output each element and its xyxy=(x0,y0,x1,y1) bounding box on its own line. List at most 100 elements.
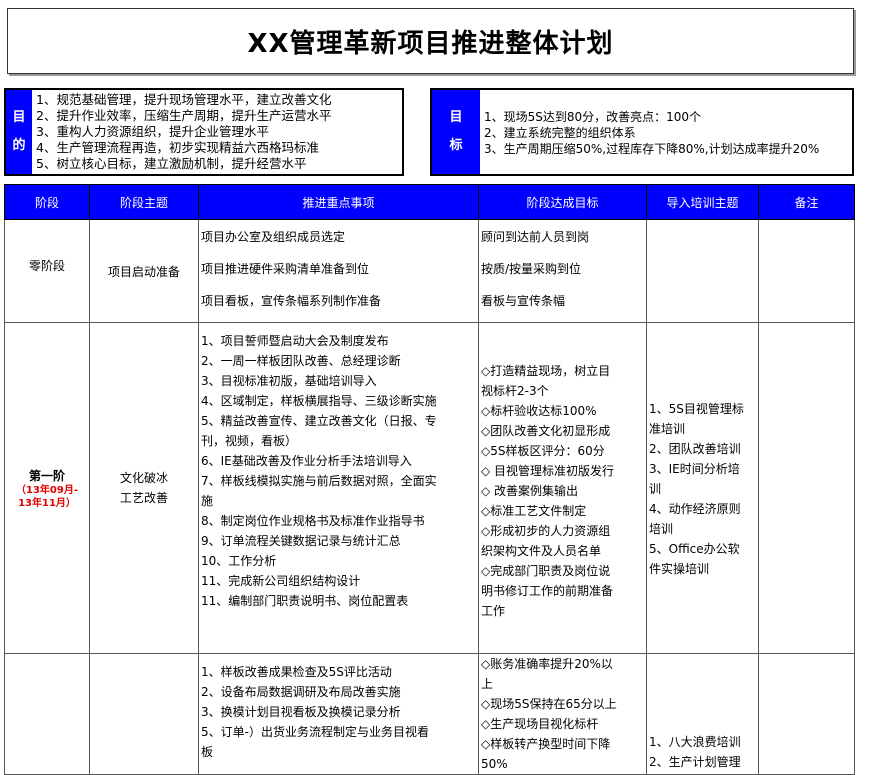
table-header-row: 阶段 阶段主题 推进重点事项 阶段达成目标 导入培训主题 备注 xyxy=(4,184,855,220)
stage-date-end: 13年11月） xyxy=(18,497,76,509)
list-item: 上 xyxy=(481,677,494,691)
table-row: 零阶段 项目启动准备 项目办公室及组织成员选定 项目推进硬件采购清单准备到位 项… xyxy=(4,219,855,323)
target-label: 目 标 xyxy=(432,90,480,174)
goals-cell: ◇账务准确率提升20%以上 ◇现场5S保持在65分以上 ◇生产现场目视化标杆 ◇样板转… xyxy=(478,653,647,775)
stage-cell: 第一阶 （13年09月- 13年11月） xyxy=(4,322,90,654)
list-item: 2、一周一样板团队改善、总经理诊断 xyxy=(201,354,401,368)
purpose-box: 目 的 1、规范基础管理，提升现场管理水平，建立改善文化 2、提升作业效率，压缩… xyxy=(4,88,404,176)
list-item: 按质/按量采购到位 xyxy=(481,262,582,276)
items-cell: 1、样板改善成果检查及5S评比活动 2、设备布局数据调研及布局改善实施 3、换模计划… xyxy=(198,653,479,775)
list-item: 明书修订工作的前期准备 xyxy=(481,584,614,598)
items-cell: 项目办公室及组织成员选定 项目推进硬件采购清单准备到位 项目看板，宣传条幅系列制… xyxy=(198,219,479,323)
target-box: 目 标 1、现场5S达到80分，改善亮点：100个 2、建立系统完整的组织体系 … xyxy=(430,88,854,176)
list-item: 件实操培训 xyxy=(649,562,710,576)
header-theme: 阶段主题 xyxy=(89,184,199,220)
list-item: 1、5S目视管理标 xyxy=(649,402,744,416)
list-item: 11、编制部门职责说明书、岗位配置表 xyxy=(201,594,409,608)
list-item: 1、样板改善成果检查及5S评比活动 xyxy=(201,665,392,679)
list-item: 准培训 xyxy=(649,422,686,436)
plan-table: 阶段 阶段主题 推进重点事项 阶段达成目标 导入培训主题 备注 零阶段 项目启动… xyxy=(4,184,855,775)
list-item: 2、设备布局数据调研及布局改善实施 xyxy=(201,685,401,699)
list-item: 项目办公室及组织成员选定 xyxy=(201,230,346,244)
list-item: ◇ 目视管理标准初版发行 xyxy=(481,464,615,478)
list-item: 顾问到达前人员到岗 xyxy=(481,230,590,244)
list-item: ◇完成部门职责及岗位说 xyxy=(481,564,611,578)
target-label-top: 目 xyxy=(449,110,463,125)
list-item: ◇打造精益现场，树立目 xyxy=(481,364,611,378)
list-item: 工作 xyxy=(481,604,506,618)
purpose-lines: 1、规范基础管理，提升现场管理水平，建立改善文化 2、提升作业效率，压缩生产周期… xyxy=(32,90,335,174)
stage-cell: 零阶段 xyxy=(4,219,90,323)
goals-cell: 顾问到达前人员到岗 按质/按量采购到位 看板与宣传条幅 xyxy=(478,219,647,323)
list-item: 3、换模计划目视看板及换模记录分析 xyxy=(201,705,401,719)
notes-cell xyxy=(758,219,855,323)
list-item: 3、目视标准初版，基础培训导入 xyxy=(201,374,377,388)
list-item: ◇样板转产换型时间下降 xyxy=(481,737,611,751)
list-item: 3、IE时间分析培 xyxy=(649,462,740,476)
list-item: 5、Office办公软 xyxy=(649,542,740,556)
list-item: 7、样板线模拟实施与前后数据对照，全面实 xyxy=(201,474,437,488)
theme-cell xyxy=(89,653,199,775)
stage-label: 第一阶 xyxy=(28,468,65,483)
list-item: 培训 xyxy=(649,522,674,536)
list-item: 织架构文件及人员名单 xyxy=(481,544,602,558)
list-item: 2、团队改善培训 xyxy=(649,442,741,456)
list-item: ◇账务准确率提升20%以 xyxy=(481,657,613,671)
list-item: 刊，视频，看板） xyxy=(201,434,298,448)
header-goals: 阶段达成目标 xyxy=(478,184,647,220)
purpose-line: 2、提升作业效率，压缩生产周期，提升生产运营水平 xyxy=(36,108,332,123)
training-cell: 1、八大浪费培训 2、生产计划管理 xyxy=(646,653,759,775)
list-item: 看板与宣传条幅 xyxy=(481,294,566,308)
theme-cell: 项目启动准备 xyxy=(89,219,199,323)
notes-cell xyxy=(758,322,855,654)
stage-cell xyxy=(4,653,90,775)
list-item: 2、生产计划管理 xyxy=(649,755,741,769)
stage-label: 零阶段 xyxy=(28,258,65,273)
training-cell: 1、5S目视管理标 准培训 2、团队改善培训 3、IE时间分析培训 4、动作经济原则 培训… xyxy=(646,322,759,654)
goals-cell: ◇打造精益现场，树立目 视标杆2-3个 ◇标杆验收达标100% ◇团队改善文化初显形… xyxy=(478,322,647,654)
list-item: 6、IE基础改善及作业分析手法培训导入 xyxy=(201,454,412,468)
target-line: 2、建立系统完整的组织体系 xyxy=(484,126,636,140)
list-item: 50% xyxy=(481,757,508,771)
list-item: ◇形成初步的人力资源组 xyxy=(481,524,611,538)
list-item: 5、订单-）出货业务流程制定与业务目视看 xyxy=(201,725,429,739)
header-notes: 备注 xyxy=(758,184,855,220)
list-item: ◇标准工艺文件制定 xyxy=(481,504,587,518)
list-item: ◇生产现场目视化标杆 xyxy=(481,717,599,731)
notes-cell xyxy=(758,653,855,775)
title-box: XX管理革新项目推进整体计划 xyxy=(7,8,854,74)
page-title: XX管理革新项目推进整体计划 xyxy=(247,28,614,59)
list-item: 8、制定岗位作业规格书及标准作业指导书 xyxy=(201,514,425,528)
list-item: 4、区域制定，样板横展指导、三级诊断实施 xyxy=(201,394,437,408)
list-item: ◇ 改善案例集输出 xyxy=(481,484,579,498)
list-item: 11、完成新公司组织结构设计 xyxy=(201,574,361,588)
header-items: 推进重点事项 xyxy=(198,184,479,220)
header-training: 导入培训主题 xyxy=(646,184,759,220)
list-item: 9、订单流程关键数据记录与统计汇总 xyxy=(201,534,401,548)
training-cell xyxy=(646,219,759,323)
purpose-line: 1、规范基础管理，提升现场管理水平，建立改善文化 xyxy=(36,92,332,107)
stage-date-start: （13年09月- xyxy=(16,484,78,496)
target-line: 1、现场5S达到80分，改善亮点：100个 xyxy=(484,110,702,124)
target-line: 3、生产周期压缩50%,过程库存下降80%,计划达成率提升20% xyxy=(484,142,820,156)
purpose-label: 目 的 xyxy=(6,90,32,174)
list-item: 1、项目誓师暨启动大会及制度发布 xyxy=(201,334,389,348)
table-row: 1、样板改善成果检查及5S评比活动 2、设备布局数据调研及布局改善实施 3、换模计划… xyxy=(4,653,855,775)
list-item: 1、八大浪费培训 xyxy=(649,735,741,749)
list-item: 训 xyxy=(649,482,662,496)
theme-label: 工艺改善 xyxy=(119,491,168,505)
list-item: 视标杆2-3个 xyxy=(481,384,549,398)
theme-cell: 文化破冰 工艺改善 xyxy=(89,322,199,654)
list-item: 施 xyxy=(201,494,214,508)
theme-label: 项目启动准备 xyxy=(107,264,180,279)
list-item: 项目推进硬件采购清单准备到位 xyxy=(201,262,370,276)
list-item: 项目看板，宣传条幅系列制作准备 xyxy=(201,294,382,308)
list-item: ◇团队改善文化初显形成 xyxy=(481,424,611,438)
target-label-bottom: 标 xyxy=(449,138,463,153)
purpose-line: 4、生产管理流程再造，初步实现精益六西格玛标准 xyxy=(36,140,319,155)
purpose-line: 3、重构人力资源组织，提升企业管理水平 xyxy=(36,124,269,139)
header-stage: 阶段 xyxy=(4,184,90,220)
list-item: 板 xyxy=(201,745,214,759)
list-item: ◇现场5S保持在65分以上 xyxy=(481,697,617,711)
theme-label: 文化破冰 xyxy=(119,471,168,485)
